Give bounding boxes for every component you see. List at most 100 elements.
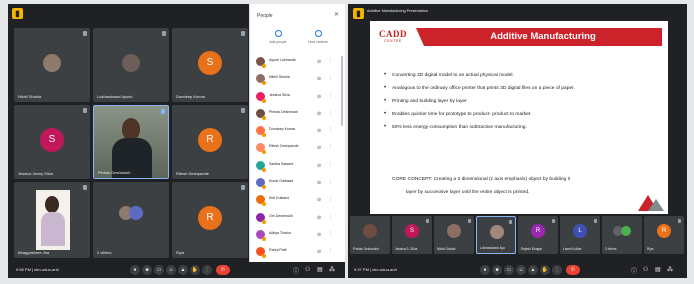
participant-row[interactable]: Pinhas Deshmukh ⊘ ⋮ [250, 106, 346, 123]
mic-off-icon[interactable]: ⊘ [317, 76, 321, 82]
mic-off-icon[interactable]: ⊘ [317, 111, 321, 117]
participant-row[interactable]: Dondeep Kumar ⊘ ⋮ [250, 123, 346, 140]
avatar: S [405, 224, 419, 238]
participant-tile[interactable]: R Ritesh Deshpande [172, 105, 248, 179]
more-options-icon[interactable]: ⋮ [328, 58, 333, 64]
host-controls-button[interactable]: Host controls [298, 30, 338, 44]
more-options-icon[interactable]: ⋮ [328, 127, 333, 133]
more-options-icon[interactable]: ⋮ [328, 214, 333, 220]
participant-row[interactable]: Nikhil Shukla ⊘ ⋮ [250, 71, 346, 88]
participant-tile[interactable]: Bhagyashree Jha [14, 182, 90, 258]
meeting-controls-bar-right: 9:37 PM | ctm-uduu-anh ● ■ ▭ ☺ ▲ ✋ ⋮ ✆ ⓘ… [348, 262, 687, 278]
participant-tile[interactable]: S Jessica S. Silva [392, 216, 432, 254]
more-options-icon[interactable]: ⋮ [328, 248, 333, 254]
participant-row[interactable]: Jessica Silva ⊘ ⋮ [250, 89, 346, 106]
participant-tile[interactable]: Nikhil Shukla [14, 28, 90, 102]
participant-name: Nikhil Shukla [18, 94, 42, 99]
participant-name: Rahul Patil [269, 248, 287, 253]
participant-tile[interactable]: L Laxmi Kulkar [560, 216, 600, 254]
mic-off-icon[interactable]: ⊘ [317, 145, 321, 151]
mic-off-icon[interactable]: ⊘ [317, 163, 321, 169]
add-people-label: Add people [269, 40, 287, 44]
participant-tile-active-speaker[interactable]: Pinhas Deshmukh [93, 105, 169, 179]
mic-off-icon[interactable]: ⊘ [317, 180, 321, 186]
participant-name: 2 others [97, 250, 112, 255]
chat-icon[interactable]: ▤ [317, 266, 323, 273]
more-options-icon[interactable]: ⋮ [202, 265, 212, 275]
captions-icon[interactable]: ▭ [154, 265, 164, 275]
mic-off-icon[interactable]: ⊘ [317, 128, 321, 134]
camera-icon[interactable]: ■ [492, 265, 502, 275]
chat-icon[interactable]: ▤ [655, 266, 661, 273]
participant-tile[interactable]: Lokhandwani Ayush [93, 28, 169, 102]
info-icon[interactable]: ⓘ [293, 266, 299, 275]
end-call-button[interactable]: ✆ [216, 265, 230, 275]
status-badge-icon [262, 202, 266, 207]
captions-icon[interactable]: ▭ [504, 265, 514, 275]
participant-name: Sanika Sawant [269, 161, 293, 166]
participant-name: Riya [647, 247, 654, 251]
more-options-icon[interactable]: ⋮ [328, 110, 333, 116]
participant-row[interactable]: Ritesh Deshpande ⊘ ⋮ [250, 140, 346, 157]
participant-name: Laxmi Kulkar [563, 247, 582, 251]
close-icon[interactable]: ✕ [334, 11, 339, 18]
emoji-icon[interactable]: ☺ [516, 265, 526, 275]
participant-row[interactable]: Kunal Gaikwad ⊘ ⋮ [250, 175, 346, 192]
more-options-icon[interactable]: ⋮ [328, 196, 333, 202]
mic-off-icon[interactable]: ⊘ [317, 232, 321, 238]
present-icon[interactable]: ▲ [528, 265, 538, 275]
participant-tile-active-speaker[interactable]: Lokhandwani Ayu [476, 216, 516, 254]
mic-icon[interactable]: ● [480, 265, 490, 275]
avatar [621, 226, 631, 236]
mic-off-icon[interactable]: ⊘ [317, 94, 321, 100]
participant-row[interactable]: Om Deshmukh ⊘ ⋮ [250, 210, 346, 227]
participant-tile[interactable]: Nikhil Shukla [434, 216, 474, 254]
participant-row[interactable]: Ayush Lokhande ⊘ ⋮ [250, 54, 346, 71]
mic-off-icon[interactable]: ⊘ [317, 215, 321, 221]
participant-tile-group[interactable]: 2 others [602, 216, 642, 254]
raise-hand-icon[interactable]: ✋ [190, 265, 200, 275]
participant-name: Dondeep Kumar [176, 94, 206, 99]
scrollbar[interactable] [341, 56, 343, 126]
emoji-icon[interactable]: ☺ [166, 265, 176, 275]
participant-name: Ayush Lokhande [269, 58, 296, 62]
people-icon[interactable]: ⚇ [305, 266, 310, 273]
activities-icon[interactable]: ⁂ [329, 266, 335, 273]
activities-icon[interactable]: ⁂ [667, 266, 673, 273]
participant-tile-group[interactable]: 2 others [93, 182, 169, 258]
participant-row[interactable]: Aditya Thakur ⊘ ⋮ [250, 227, 346, 244]
participant-list: Ayush Lokhande ⊘ ⋮ Nikhil Shukla ⊘ ⋮ Jessica S… [250, 54, 346, 279]
end-call-button[interactable]: ✆ [566, 265, 580, 275]
more-options-icon[interactable]: ⋮ [328, 75, 333, 81]
avatar: R [657, 224, 671, 238]
more-options-icon[interactable]: ⋮ [328, 93, 333, 99]
participant-tile[interactable]: R Riya [172, 182, 248, 258]
participant-tile[interactable]: Pinhas Deshmukh [350, 216, 390, 254]
present-icon[interactable]: ▲ [178, 265, 188, 275]
participant-tile[interactable]: R Rajesh Bhagat [518, 216, 558, 254]
more-options-icon[interactable]: ⋮ [328, 162, 333, 168]
mic-off-icon [83, 185, 87, 190]
participant-row[interactable]: Kirti Kulkarni ⊘ ⋮ [250, 192, 346, 209]
mic-icon[interactable]: ● [130, 265, 140, 275]
more-options-icon[interactable]: ⋮ [328, 231, 333, 237]
add-people-button[interactable]: Add people [258, 30, 298, 44]
status-badge-icon [262, 254, 266, 259]
mic-off-icon [241, 108, 245, 113]
people-icon[interactable]: ⚇ [643, 266, 648, 273]
more-options-icon[interactable]: ⋮ [552, 265, 562, 275]
mic-off-icon[interactable]: ⊘ [317, 197, 321, 203]
participant-tile[interactable]: S Dondeep Kumar [172, 28, 248, 102]
raise-hand-icon[interactable]: ✋ [540, 265, 550, 275]
mic-off-icon[interactable]: ⊘ [317, 59, 321, 65]
mic-off-icon[interactable]: ⊘ [317, 249, 321, 255]
info-icon[interactable]: ⓘ [631, 266, 637, 275]
participant-tile[interactable]: S Jessica Jenny Silva [14, 105, 90, 179]
participant-row[interactable]: Sanika Sawant ⊘ ⋮ [250, 158, 346, 175]
participant-row[interactable]: Rahul Patil ⊘ ⋮ [250, 244, 346, 261]
more-options-icon[interactable]: ⋮ [328, 144, 333, 150]
more-options-icon[interactable]: ⋮ [328, 179, 333, 185]
avatar: L [573, 224, 587, 238]
camera-icon[interactable]: ■ [142, 265, 152, 275]
participant-tile[interactable]: R Riya [644, 216, 684, 254]
